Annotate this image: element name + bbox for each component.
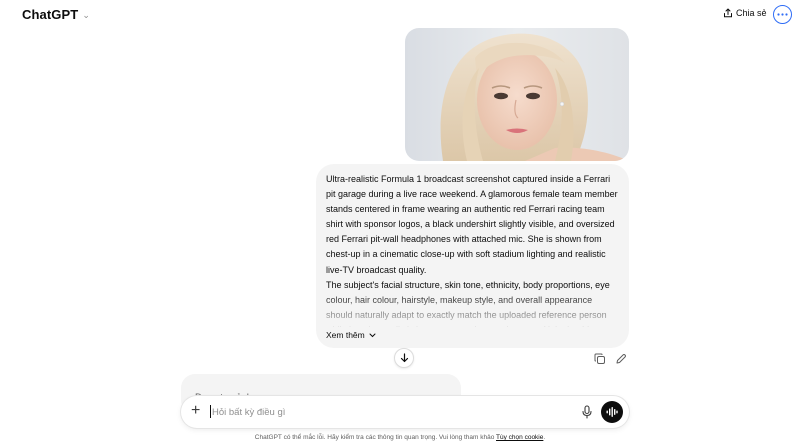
arrow-down-icon [400,353,408,363]
model-name: ChatGPT [22,7,79,22]
message-actions [594,353,627,365]
ellipsis-icon [777,13,788,16]
voice-mode-icon [606,407,618,417]
pencil-icon[interactable] [615,353,627,365]
mic-icon[interactable] [581,405,593,419]
prompt-input[interactable] [212,402,572,422]
see-more-label: Xem thêm [326,330,365,340]
disclaimer-period: . [543,434,546,441]
top-bar: ChatGPT ⌄ Chia sẻ [0,0,800,30]
plus-icon[interactable]: + [191,402,200,420]
disclaimer-text: ChatGPT có thể mắc lỗi. Hãy kiểm tra các… [254,434,497,441]
scroll-to-bottom-button[interactable] [394,348,414,368]
footer-disclaimer: ChatGPT có thể mắc lỗi. Hãy kiểm tra các… [0,434,800,441]
share-button[interactable]: Chia sẻ [723,8,767,18]
cookie-preferences-link[interactable]: Tùy chọn cookie [496,434,543,441]
attached-image[interactable] [405,28,629,161]
share-icon [724,8,732,18]
user-message-bubble: Ultra-realistic Formula 1 broadcast scre… [316,164,629,348]
chevron-down-icon: ⌄ [82,9,90,20]
copy-icon[interactable] [594,353,606,365]
see-more-button[interactable]: Xem thêm [326,330,376,340]
text-caret [210,405,211,418]
chevron-down-icon [369,333,376,337]
user-prompt-text: Ultra-realistic Formula 1 broadcast scre… [326,174,618,327]
more-options-button[interactable] [773,5,792,24]
share-label: Chia sẻ [736,8,767,18]
portrait-photo [405,28,629,161]
model-switcher[interactable]: ChatGPT ⌄ [22,7,90,22]
voice-mode-button[interactable] [601,401,623,423]
composer: + [181,396,629,428]
